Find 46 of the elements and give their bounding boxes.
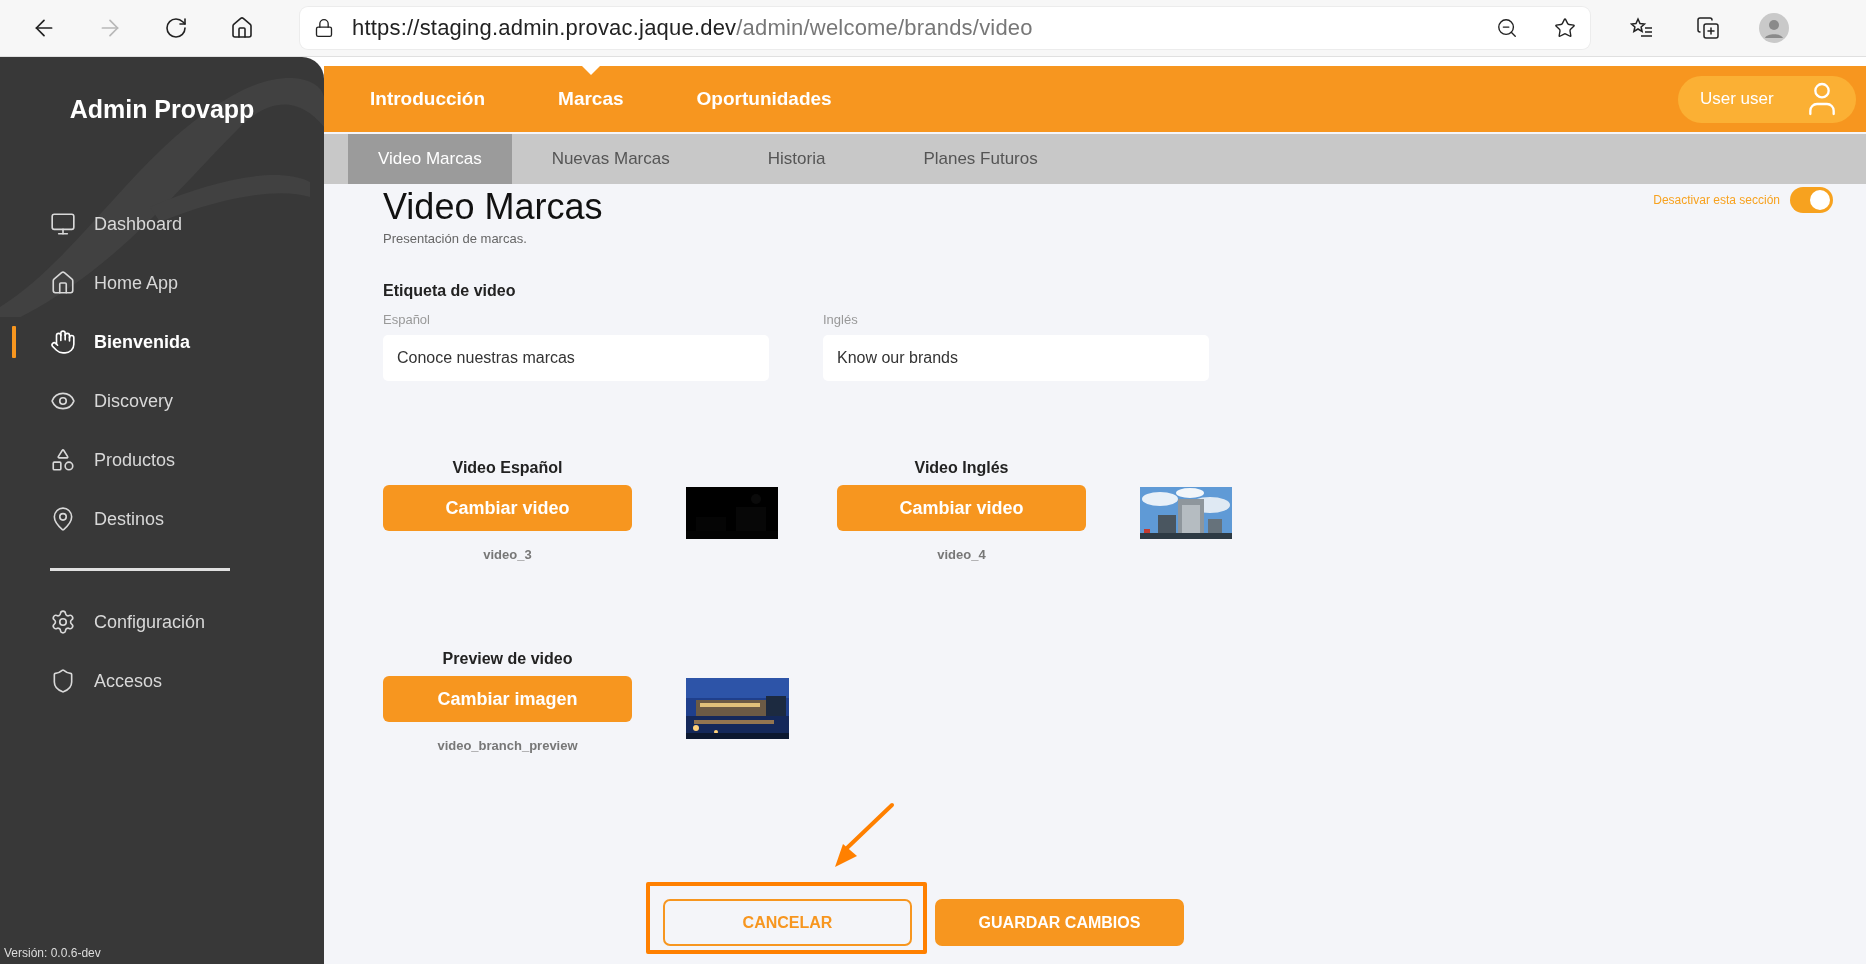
media-heading: Video Español	[451, 459, 564, 477]
avatar-icon	[1759, 13, 1789, 43]
collections-icon	[1696, 16, 1720, 40]
section-toggle[interactable]	[1790, 187, 1833, 213]
media-heading: Video Inglés	[913, 459, 1010, 477]
active-indicator	[12, 326, 16, 358]
page-subtitle: Presentación de marcas.	[383, 231, 528, 246]
file-name: video_4	[936, 547, 987, 562]
shapes-icon	[50, 447, 76, 473]
version-label: Versión: 0.0.6-dev	[3, 946, 102, 962]
field-label: Español	[383, 312, 431, 327]
monitor-icon	[50, 211, 76, 237]
text-field[interactable]: Know our brands	[823, 335, 1209, 381]
sub-tab[interactable]: Video Marcas	[348, 134, 512, 184]
star-list-icon	[1630, 16, 1654, 40]
favorite-star-icon[interactable]	[1554, 17, 1576, 39]
file-name: video_branch_preview	[436, 738, 579, 753]
sub-tab[interactable]: Nuevas Marcas	[521, 134, 700, 184]
sidebar-item[interactable]: Bienvenida	[0, 327, 324, 357]
sidebar-item[interactable]: Destinos	[0, 504, 324, 534]
house-icon	[230, 16, 254, 40]
settings-icon	[50, 609, 76, 635]
sidebar-item[interactable]: Accesos	[0, 666, 324, 696]
zoom-out-icon[interactable]	[1496, 17, 1518, 39]
page-title: Video Marcas	[383, 186, 603, 228]
sub-tab[interactable]: Planes Futuros	[893, 134, 1068, 184]
house-icon	[50, 270, 76, 296]
media-heading: Preview de video	[441, 650, 574, 668]
text-field[interactable]: Conoce nuestras marcas	[383, 335, 769, 381]
sidebar-item[interactable]: Discovery	[0, 386, 324, 416]
app-title: Admin Provapp	[68, 95, 256, 125]
annotation-arrow	[833, 802, 895, 870]
sub-tab[interactable]: Historia	[737, 134, 856, 184]
lock-icon	[314, 18, 334, 38]
sidebar-item[interactable]: Home App	[0, 268, 324, 298]
section-heading: Etiqueta de video	[383, 282, 517, 300]
sidebar-item[interactable]: Configuración	[0, 607, 324, 637]
sidebar-item[interactable]: Dashboard	[0, 209, 324, 239]
address-bar[interactable]: https://staging.admin.provac.jaque.dev/admin/welcome/brands/video	[300, 7, 1590, 49]
file-name: video_3	[482, 547, 533, 562]
toggle-label: Desactivar esta sección	[1653, 193, 1780, 207]
hand-icon	[50, 329, 76, 355]
refresh-icon	[164, 16, 188, 40]
field-label: Inglés	[823, 312, 859, 327]
url-text: https://staging.admin.provac.jaque.dev/admin/welcome/brands/video	[352, 15, 1034, 41]
sidebar-item[interactable]: Productos	[0, 445, 324, 475]
